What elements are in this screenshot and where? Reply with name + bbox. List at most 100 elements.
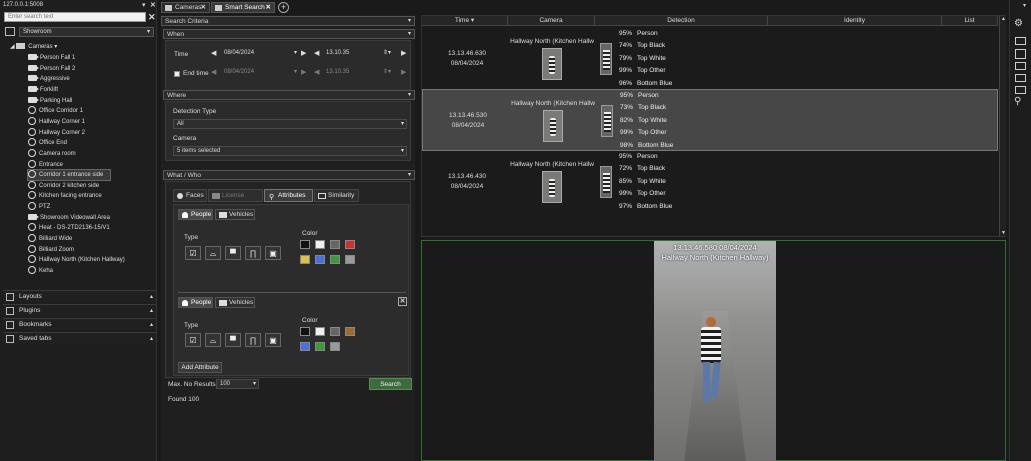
people-toggle[interactable]: People [178,209,213,220]
pants-icon[interactable]: ∏ [245,333,261,347]
detection-crop[interactable] [600,43,612,75]
time-field[interactable]: 13.10.35 ⇕▾ [323,49,393,59]
tree-group-cameras[interactable]: ◢ Cameras ▾ [10,42,57,52]
tree-camera-item[interactable]: Kitchen facing entrance [28,191,102,201]
tab-smart-search[interactable]: Smart Search ✕ [211,2,275,13]
tree-camera-item[interactable]: Forklift [28,85,58,95]
detection-type-select[interactable]: All ▾ [173,119,407,129]
color-swatch[interactable] [330,342,340,351]
date-field[interactable]: 08/04/2024 ▾ [221,49,299,59]
accordion-plugins[interactable]: Plugins ▴ [3,304,156,316]
tree-camera-item[interactable]: Billiard Wide [28,234,72,244]
search-input[interactable]: Enter search text [4,12,146,22]
chevron-down-icon[interactable]: ▾ [1023,2,1026,9]
color-swatch[interactable] [330,327,340,336]
search-icon[interactable]: ⚲ [1014,96,1021,107]
column-camera[interactable]: Camera [508,16,595,26]
color-swatch[interactable] [315,240,325,249]
scroll-down-icon[interactable]: ▼ [1001,230,1006,236]
color-swatch[interactable] [330,240,340,249]
search-button[interactable]: Search [369,378,412,390]
vehicles-toggle[interactable]: Vehicles [215,209,255,220]
close-icon[interactable]: ✕ [266,3,271,13]
tree-camera-item[interactable]: Parking Hall [28,96,72,106]
table-row[interactable]: 13.13.46.530 08/04/2024 Hallway North (Kit… [422,89,998,151]
color-swatch[interactable] [315,342,325,351]
accordion-saved-tabs[interactable]: Saved tabs ▴ [3,332,156,344]
type-all-checkbox[interactable]: ☑ [185,246,201,260]
color-swatch[interactable] [300,327,310,336]
tree-camera-item[interactable]: Hallway North (Kitchen Hallway) [28,255,125,265]
spinner-icon[interactable]: ⇕▾ [383,49,391,58]
row-thumbnail[interactable] [542,171,562,203]
layers-icon[interactable] [1015,74,1026,82]
tree-camera-item[interactable]: Hallway Corner 2 [28,127,85,138]
scroll-up-icon[interactable]: ▲ [1001,16,1006,22]
criteria-header[interactable]: Search Criteria ▾ [161,16,415,26]
column-detection[interactable]: Detection [595,16,768,26]
end-time-checkbox[interactable] [174,71,180,77]
people-toggle[interactable]: People [178,297,213,308]
tab-cameras[interactable]: Cameras ✕ [161,2,210,13]
video-player[interactable]: 13.13.46.580 08/04/2024 Hallway North (K… [421,240,1006,461]
detection-crop[interactable] [600,166,612,198]
close-icon[interactable]: ✕ [201,3,206,13]
column-list[interactable]: List [942,16,998,26]
camera-select[interactable]: 5 items selected ▾ [173,146,407,156]
gear-icon[interactable]: ⚙ [1014,18,1023,29]
color-swatch[interactable] [315,255,325,264]
add-tab-button[interactable]: + [278,2,289,13]
bag-icon[interactable]: ▣ [265,246,281,260]
detection-crop[interactable] [601,105,613,137]
what-who-header[interactable]: What / Who ▾ [163,170,415,180]
tree-camera-item[interactable]: Entrance [28,159,63,170]
tree-camera-item[interactable]: Person Fall 1 [28,53,75,63]
tab-similarity[interactable]: Similarity [314,189,359,202]
shirt-icon[interactable]: ▀ [225,246,241,260]
prev-time-icon[interactable]: ◀ [314,49,319,57]
color-swatch[interactable] [345,327,355,336]
row-thumbnail[interactable] [542,48,562,80]
color-swatch[interactable] [300,255,310,264]
tab-attributes[interactable]: ⚲ Attributes [264,189,313,202]
tree-camera-item[interactable]: Keha [28,266,53,276]
tree-camera-item[interactable]: Heat - DS-2TD2136-15/V1 [28,223,110,233]
image-icon[interactable] [1015,86,1026,94]
tree-camera-item[interactable]: Camera room [28,148,76,159]
pin-icon[interactable]: ▾ [142,1,146,9]
save-icon[interactable] [1015,62,1026,70]
tree-camera-item[interactable]: Hallway Corner 1 [28,116,85,127]
column-identity[interactable]: Identity [768,16,942,26]
video-frame[interactable]: 13.13.46.580 08/04/2024 Hallway North (K… [654,241,776,461]
where-header[interactable]: Where ▾ [163,90,415,100]
tree-camera-item[interactable]: Showroom Videowall Area [28,213,110,223]
prev-date-icon[interactable]: ◀ [211,49,216,57]
next-time-icon[interactable]: ▶ [401,49,406,57]
max-results-select[interactable]: 100 ▾ [216,379,259,389]
bag-icon[interactable]: ▣ [265,333,281,347]
tree-camera-item[interactable]: Corridor 1 entrance side [27,169,111,182]
tab-faces[interactable]: Faces [173,189,207,202]
hat-icon[interactable]: ⌓ [205,333,221,347]
tree-camera-item[interactable]: Aggressive [28,74,70,84]
accordion-bookmarks[interactable]: Bookmarks ▴ [3,318,156,330]
color-swatch[interactable] [345,240,355,249]
tree-camera-item[interactable]: Office Corridor 1 [28,106,83,116]
table-row[interactable]: 13.13.46.630 08/04/2024 Hallway North (Kit… [422,28,998,90]
window-icon[interactable] [1015,37,1026,45]
row-thumbnail[interactable] [543,110,563,142]
site-select[interactable]: Showroom ▾ [19,27,154,37]
color-swatch[interactable] [330,255,340,264]
type-all-checkbox[interactable]: ☑ [185,333,201,347]
table-row[interactable]: 13.13.46.430 08/04/2024 Hallway North (Kit… [422,151,998,213]
clear-search-icon[interactable]: ✕ [148,12,156,23]
close-panel-icon[interactable]: ✕ [150,1,156,9]
tree-camera-item[interactable]: Office End [28,138,67,148]
pants-icon[interactable]: ∏ [245,246,261,260]
remove-attribute-icon[interactable]: ✕ [398,297,407,306]
when-header[interactable]: When ▾ [163,29,415,39]
hat-icon[interactable]: ⌓ [205,246,221,260]
results-scrollbar[interactable]: ▲ ▼ [999,16,1006,236]
tree-camera-item[interactable]: PTZ [28,202,50,212]
tree-camera-item[interactable]: Billiard Zoom [28,244,74,255]
